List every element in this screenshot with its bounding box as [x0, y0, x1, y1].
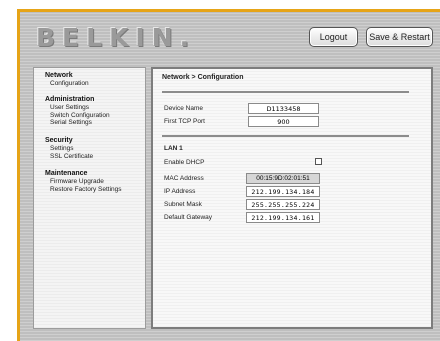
default-gateway-label: Default Gateway: [164, 214, 213, 221]
sidebar-item-configuration[interactable]: Configuration: [45, 80, 89, 88]
subnet-mask-input[interactable]: [246, 199, 320, 210]
divider: [162, 135, 409, 137]
nav-heading-maintenance: Maintenance: [45, 170, 88, 177]
sidebar-item-security-settings[interactable]: Settings: [45, 145, 93, 153]
sidebar-nav: Network Configuration Administration Use…: [33, 67, 146, 329]
sidebar-item-firmware-upgrade[interactable]: Firmware Upgrade: [45, 178, 122, 186]
mac-address-field: [246, 173, 320, 184]
device-name-input[interactable]: [248, 103, 319, 114]
belkin-logo: BELKIN.: [36, 23, 197, 52]
save-restart-button[interactable]: Save & Restart: [366, 27, 433, 47]
ip-address-input[interactable]: [246, 186, 320, 197]
sidebar-item-user-settings[interactable]: User Settings: [45, 104, 110, 112]
divider: [162, 91, 409, 93]
subnet-mask-label: Subnet Mask: [164, 201, 202, 208]
logout-button[interactable]: Logout: [309, 27, 358, 47]
nav-section-network: Network Configuration: [45, 72, 89, 88]
breadcrumb: Network > Configuration: [162, 74, 244, 81]
device-name-label: Device Name: [164, 105, 204, 112]
first-tcp-port-input[interactable]: [248, 116, 319, 127]
nav-heading-network: Network: [45, 72, 73, 79]
nav-heading-administration: Administration: [45, 96, 95, 103]
nav-section-security: Security Settings SSL Certificate: [45, 137, 93, 160]
ip-address-label: IP Address: [164, 188, 196, 195]
sidebar-item-serial-settings[interactable]: Serial Settings: [45, 119, 110, 127]
nav-heading-security: Security: [45, 137, 73, 144]
nav-section-maintenance: Maintenance Firmware Upgrade Restore Fac…: [45, 170, 122, 193]
sidebar-item-restore-factory-settings[interactable]: Restore Factory Settings: [45, 186, 122, 194]
nav-section-administration: Administration User Settings Switch Conf…: [45, 96, 110, 127]
main-panel: Network > Configuration Device Name Firs…: [151, 67, 433, 329]
sidebar-item-ssl-certificate[interactable]: SSL Certificate: [45, 153, 93, 161]
sidebar-item-switch-configuration[interactable]: Switch Configuration: [45, 112, 110, 120]
first-tcp-port-label: First TCP Port: [164, 118, 205, 125]
enable-dhcp-label: Enable DHCP: [164, 159, 205, 166]
lan-section-title: LAN 1: [164, 145, 183, 152]
mac-address-label: MAC Address: [164, 175, 204, 182]
default-gateway-input[interactable]: [246, 212, 320, 223]
enable-dhcp-checkbox[interactable]: [315, 158, 322, 165]
